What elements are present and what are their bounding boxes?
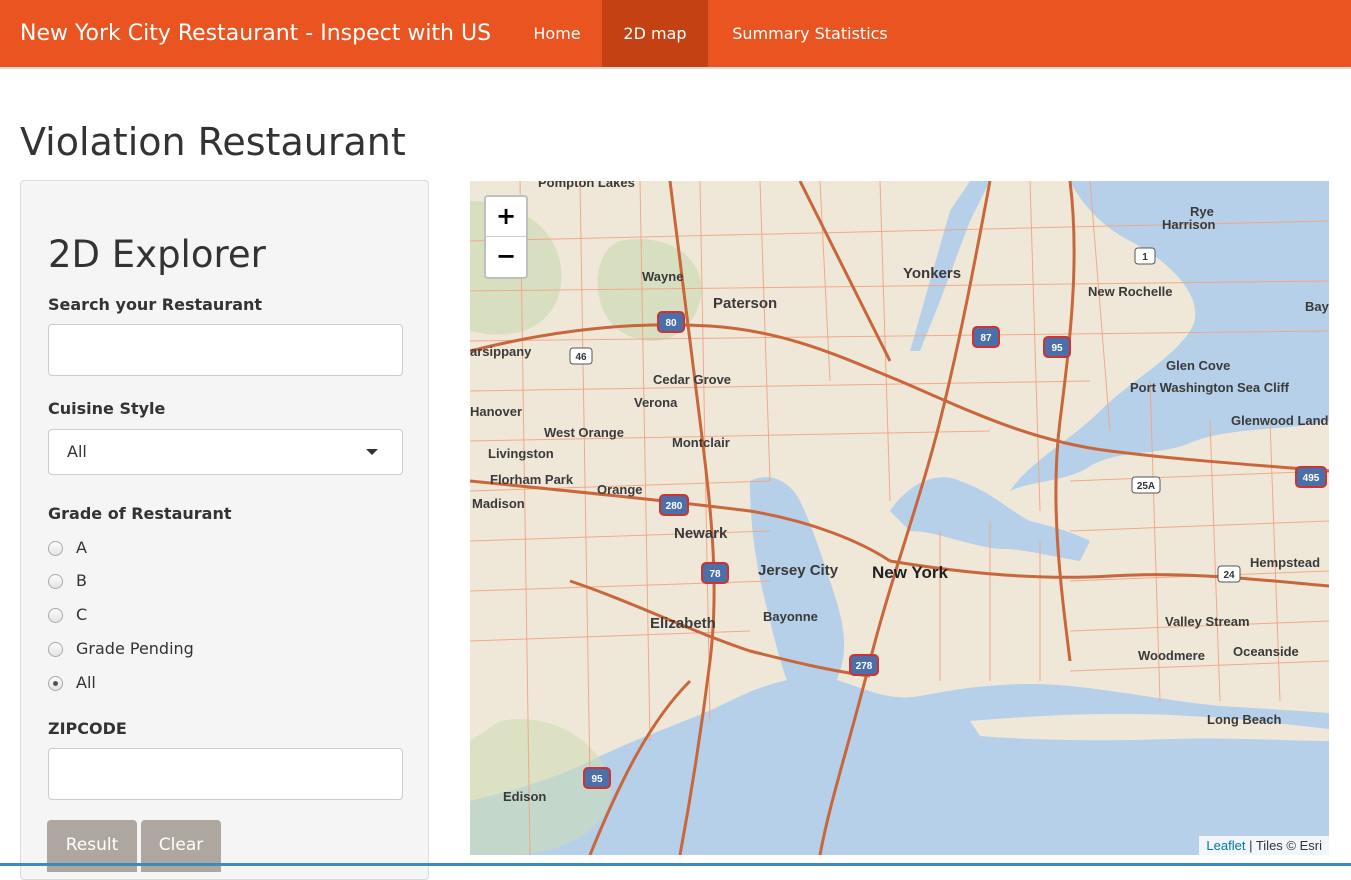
map-label: Verona bbox=[634, 395, 678, 410]
grade-label: Grade of Restaurant bbox=[48, 504, 232, 523]
panel-title: 2D Explorer bbox=[48, 233, 266, 276]
explorer-panel: 2D Explorer Search your Restaurant Cuisi… bbox=[20, 180, 429, 880]
radio-all[interactable] bbox=[48, 676, 63, 691]
zoom-control: + − bbox=[484, 195, 528, 279]
map-label: Long Beach bbox=[1207, 712, 1281, 727]
navbar: New York City Restaurant - Inspect with … bbox=[0, 0, 1351, 69]
attribution-text: | Tiles © Esri bbox=[1245, 838, 1322, 853]
nav-home[interactable]: Home bbox=[512, 0, 602, 67]
map-label: Bay bbox=[1305, 299, 1329, 314]
highway-shield: 87 bbox=[980, 333, 992, 344]
map-attribution: Leaflet | Tiles © Esri bbox=[1199, 836, 1329, 855]
nav-2d-map[interactable]: 2D map bbox=[602, 0, 708, 67]
map-label: Paterson bbox=[713, 295, 777, 312]
map-label: Livingston bbox=[488, 446, 554, 461]
radio-pending[interactable] bbox=[48, 642, 63, 657]
map-label: New Rochelle bbox=[1088, 284, 1173, 299]
highway-shield: 78 bbox=[709, 569, 721, 580]
highway-shield: 24 bbox=[1223, 570, 1235, 581]
map-label: Harrison bbox=[1162, 217, 1216, 232]
map-label: Oceanside bbox=[1233, 644, 1299, 659]
cuisine-select[interactable]: All bbox=[48, 429, 403, 475]
cuisine-label: Cuisine Style bbox=[48, 399, 166, 418]
map-label: Montclair bbox=[672, 435, 730, 450]
zoom-in-button[interactable]: + bbox=[486, 197, 526, 237]
leaflet-link[interactable]: Leaflet bbox=[1206, 838, 1245, 853]
highway-shield: 80 bbox=[665, 318, 677, 329]
highway-shield: 46 bbox=[575, 352, 587, 363]
map-label: Port Washington bbox=[1130, 380, 1234, 395]
map-label: West Orange bbox=[544, 425, 624, 440]
cuisine-selected-value: All bbox=[67, 442, 87, 461]
map-label: Yonkers bbox=[903, 265, 961, 282]
brand-title[interactable]: New York City Restaurant - Inspect with … bbox=[20, 0, 491, 67]
nav-summary-statistics[interactable]: Summary Statistics bbox=[708, 0, 912, 67]
zipcode-label: ZIPCODE bbox=[48, 719, 127, 738]
map-label: Jersey City bbox=[758, 562, 839, 579]
highway-shield: 25A bbox=[1137, 481, 1155, 492]
radio-a[interactable] bbox=[48, 541, 63, 556]
map-tiles: Pompton Lakes Rye Harrison Wayne Yonkers… bbox=[470, 181, 1329, 855]
radio-label-pending: Grade Pending bbox=[76, 639, 194, 658]
map-label: arsippany bbox=[470, 344, 532, 359]
highway-shield: 95 bbox=[1051, 343, 1063, 354]
highway-shield: 95 bbox=[591, 774, 603, 785]
map-label: Wayne bbox=[642, 269, 683, 284]
highway-shield: 280 bbox=[666, 501, 683, 512]
map-label: Edison bbox=[503, 789, 546, 804]
page-title: Violation Restaurant bbox=[20, 120, 406, 164]
map-label: Woodmere bbox=[1138, 648, 1205, 663]
radio-label-b: B bbox=[76, 571, 87, 590]
map-label: Florham Park bbox=[490, 472, 574, 487]
zoom-out-button[interactable]: − bbox=[486, 237, 526, 277]
highway-shield: 495 bbox=[1303, 473, 1320, 484]
search-label: Search your Restaurant bbox=[48, 295, 263, 314]
map-label: Cedar Grove bbox=[653, 372, 731, 387]
radio-label-c: C bbox=[76, 605, 88, 624]
radio-b[interactable] bbox=[48, 574, 63, 589]
radio-c[interactable] bbox=[48, 608, 63, 623]
map-label: Orange bbox=[597, 482, 643, 497]
map-label: Glenwood Landing bbox=[1231, 413, 1329, 428]
highway-shield: 1 bbox=[1142, 252, 1148, 263]
map-view[interactable]: Pompton Lakes Rye Harrison Wayne Yonkers… bbox=[470, 181, 1329, 855]
chevron-down-icon bbox=[366, 449, 378, 455]
map-label: Bayonne bbox=[763, 609, 818, 624]
map-label: Elizabeth bbox=[650, 615, 716, 632]
map-label: Newark bbox=[674, 525, 728, 542]
radio-label-a: A bbox=[76, 538, 87, 557]
map-label: Hempstead bbox=[1250, 555, 1320, 570]
search-input[interactable] bbox=[48, 324, 403, 376]
map-label: Valley Stream bbox=[1165, 614, 1250, 629]
map-label: New York bbox=[872, 563, 948, 582]
map-label: Pompton Lakes bbox=[538, 181, 635, 190]
radio-label-all: All bbox=[76, 673, 96, 692]
map-label: Madison bbox=[472, 496, 525, 511]
map-label: Glen Cove bbox=[1166, 358, 1230, 373]
zipcode-input[interactable] bbox=[48, 748, 403, 800]
map-label: Sea Cliff bbox=[1237, 380, 1290, 395]
highway-shield: 278 bbox=[856, 661, 873, 672]
map-label: Hanover bbox=[470, 404, 522, 419]
